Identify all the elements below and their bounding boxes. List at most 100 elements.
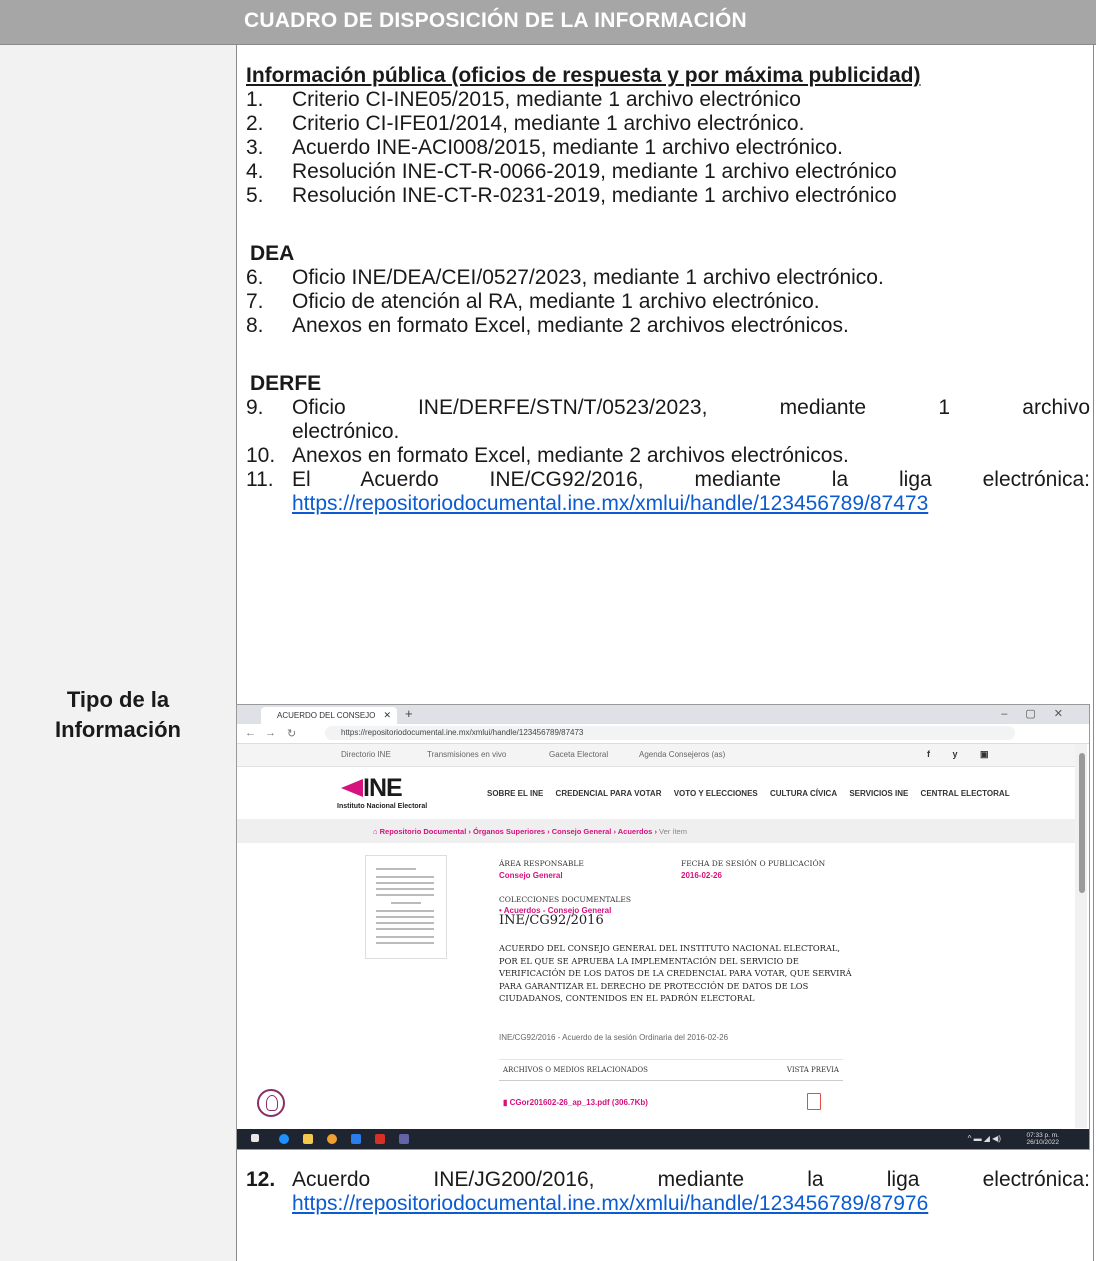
section-derfe-title: DERFE xyxy=(250,372,322,395)
table-title: CUADRO DE DISPOSICIÓN DE LA INFORMACIÓN xyxy=(244,9,747,32)
item-text: Resolución INE-CT-R-0231-2019, mediante … xyxy=(292,184,897,207)
repository-link[interactable]: https://repositoriodocumental.ine.mx/xml… xyxy=(292,1192,928,1215)
content-cell-continued: 12. Acuerdo INE/JG200/2016, mediante la … xyxy=(246,1168,1090,1216)
content-cell: Información pública (oficios de respuest… xyxy=(246,64,1090,516)
info-type-label-line1: Tipo de la xyxy=(66,687,170,712)
document-thumbnail[interactable] xyxy=(365,855,447,959)
taskbar-clock[interactable]: 07:33 p. m. 26/10/2022 xyxy=(1026,1132,1059,1146)
list-item: 4. Resolución INE-CT-R-0066-2019, mediant… xyxy=(246,160,1090,184)
file-explorer-icon[interactable] xyxy=(303,1134,313,1144)
list-item: 5. Resolución INE-CT-R-0231-2019, mediant… xyxy=(246,184,1090,208)
menu-item[interactable]: CULTURA CÍVICA xyxy=(770,789,837,798)
browser-tabbar: ACUERDO DEL CONSEJO GENE ✕ + –▢✕ xyxy=(237,705,1089,737)
item-number: 12. xyxy=(246,1168,276,1191)
public-list: 1. Criterio CI-INE05/2015, mediante 1 arc… xyxy=(246,88,1090,208)
pdf-file-link[interactable]: ▮ CGor201602-26_ap_13.pdf (306.7Kb) xyxy=(503,1098,648,1107)
breadcrumb-item[interactable]: Consejo General xyxy=(552,827,612,836)
ine-logo-icon xyxy=(341,779,363,797)
item-text: Anexos en formato Excel, mediante 2 arch… xyxy=(292,314,849,337)
back-icon[interactable]: ← xyxy=(245,727,256,739)
accessibility-icon[interactable] xyxy=(257,1089,285,1117)
list-item: 10. Anexos en formato Excel, mediante 2 … xyxy=(246,444,1090,468)
menu-item[interactable]: VOTO Y ELECCIONES xyxy=(674,789,758,798)
file-name[interactable]: CGor201602-26_ap_13.pdf (306.7Kb) xyxy=(510,1098,648,1107)
edge-icon[interactable] xyxy=(279,1134,289,1144)
item-number: 2. xyxy=(246,112,264,135)
outlook-icon[interactable] xyxy=(351,1134,361,1144)
window-controls-icon[interactable]: –▢✕ xyxy=(1001,707,1081,720)
dea-list: 6. Oficio INE/DEA/CEI/0527/2023, mediante… xyxy=(246,266,1090,338)
breadcrumb-item[interactable]: Órganos Superiores xyxy=(473,827,545,836)
site-brandbar: INE Instituto Nacional Electoral SOBRE E… xyxy=(237,767,1075,819)
top-link[interactable]: Agenda Consejeros (as) xyxy=(639,750,725,759)
list-item: 3. Acuerdo INE-ACI008/2015, mediante 1 ar… xyxy=(246,136,1090,160)
pdf-preview-icon[interactable] xyxy=(807,1093,821,1110)
info-type-label-line2: Información xyxy=(55,717,181,742)
forward-icon[interactable]: → xyxy=(265,727,276,739)
document-id: INE/CG92/2016 xyxy=(499,913,604,928)
item-text: Acuerdo INE/JG200/2016, mediante la liga… xyxy=(292,1168,1090,1191)
breadcrumb-item[interactable]: Repositorio Documental xyxy=(380,827,467,836)
teams-icon[interactable] xyxy=(399,1134,409,1144)
item-text-cont: electrónico. xyxy=(292,420,400,443)
item-text: El Acuerdo INE/CG92/2016, mediante la li… xyxy=(292,468,1090,491)
windows-start-icon[interactable] xyxy=(251,1134,259,1142)
document-description: ACUERDO DEL CONSEJO GENERAL DEL INSTITUT… xyxy=(499,943,852,1003)
top-link[interactable]: Transmisiones en vivo xyxy=(427,750,506,759)
breadcrumb-item[interactable]: Acuerdos xyxy=(618,827,653,836)
home-icon[interactable]: ⌂ xyxy=(373,827,380,836)
clock-date: 26/10/2022 xyxy=(1026,1139,1059,1146)
menu-item[interactable]: SOBRE EL INE xyxy=(487,789,543,798)
item-text: Oficio INE/DERFE/STN/T/0523/2023, median… xyxy=(292,396,1090,419)
refresh-icon[interactable]: ↻ xyxy=(287,727,296,740)
close-icon[interactable]: ✕ xyxy=(383,707,391,724)
menu-item[interactable]: SERVICIOS INE xyxy=(849,789,908,798)
item-number: 11. xyxy=(246,468,274,491)
preview-label: VISTA PREVIA xyxy=(786,1066,839,1074)
breadcrumb: ⌂ Repositorio Documental › Órganos Super… xyxy=(237,819,1075,843)
item-number: 3. xyxy=(246,136,264,159)
item-number: 10. xyxy=(246,444,276,467)
item-number: 9. xyxy=(246,396,264,419)
item-text: Resolución INE-CT-R-0066-2019, mediante … xyxy=(292,160,897,183)
ine-logo[interactable]: INE xyxy=(363,774,403,803)
address-bar: ← → ↻ https://repositoriodocumental.ine.… xyxy=(237,724,1089,744)
menu-item[interactable]: CREDENCIAL PARA VOTAR xyxy=(556,789,662,798)
item-number: 5. xyxy=(246,184,264,207)
acrobat-icon[interactable] xyxy=(375,1134,385,1144)
info-type-cell: Tipo de la Información xyxy=(0,45,237,1261)
info-type-label: Tipo de la Información xyxy=(0,685,236,745)
files-label: ARCHIVOS O MEDIOS RELACIONADOS xyxy=(503,1066,648,1074)
item-number: 7. xyxy=(246,290,264,313)
breadcrumb-current: Ver ítem xyxy=(659,827,687,836)
windows-taskbar: ^ ▬ ◢ ◀) 07:33 p. m. 26/10/2022 xyxy=(237,1129,1089,1149)
date-value: 2016-02-26 xyxy=(681,871,722,880)
item-text: Oficio de atención al RA, mediante 1 arc… xyxy=(292,290,820,313)
item-number: 8. xyxy=(246,314,264,337)
repository-link[interactable]: https://repositoriodocumental.ine.mx/xml… xyxy=(292,492,928,515)
list-item: 7. Oficio de atención al RA, mediante 1 a… xyxy=(246,290,1090,314)
item-text: Oficio INE/DEA/CEI/0527/2023, mediante 1… xyxy=(292,266,884,289)
menu-item[interactable]: CENTRAL ELECTORAL xyxy=(921,789,1010,798)
chrome-icon[interactable] xyxy=(327,1134,337,1144)
area-value[interactable]: Consejo General xyxy=(499,871,563,880)
breadcrumb-trail: ⌂ Repositorio Documental › Órganos Super… xyxy=(373,827,687,836)
item-text: Criterio CI-IFE01/2014, mediante 1 archi… xyxy=(292,112,805,135)
top-link[interactable]: Gaceta Electoral xyxy=(549,750,608,759)
browser-tab[interactable]: ACUERDO DEL CONSEJO GENE ✕ xyxy=(261,707,397,737)
site-menu: SOBRE EL INE CREDENCIAL PARA VOTAR VOTO … xyxy=(487,789,1020,798)
system-tray-icons[interactable]: ^ ▬ ◢ ◀) xyxy=(968,1134,1001,1143)
section-dea-title: DEA xyxy=(250,242,295,265)
item-number: 6. xyxy=(246,266,264,289)
scrollbar-thumb[interactable] xyxy=(1079,753,1085,893)
collections-label: COLECCIONES DOCUMENTALES xyxy=(499,895,632,904)
url-field[interactable]: https://repositoriodocumental.ine.mx/xml… xyxy=(325,726,1015,740)
list-item: 8. Anexos en formato Excel, mediante 2 ar… xyxy=(246,314,1090,338)
list-item: 9. Oficio INE/DERFE/STN/T/0523/2023, med… xyxy=(246,396,1090,444)
table-header: CUADRO DE DISPOSICIÓN DE LA INFORMACIÓN xyxy=(0,0,1096,45)
social-icons[interactable]: f y ▣ xyxy=(927,749,999,760)
new-tab-icon[interactable]: + xyxy=(405,706,413,721)
list-item: 2. Criterio CI-IFE01/2014, mediante 1 arc… xyxy=(246,112,1090,136)
section-public-title: Información pública (oficios de respuest… xyxy=(246,64,921,87)
top-link[interactable]: Directorio INE xyxy=(341,750,391,759)
